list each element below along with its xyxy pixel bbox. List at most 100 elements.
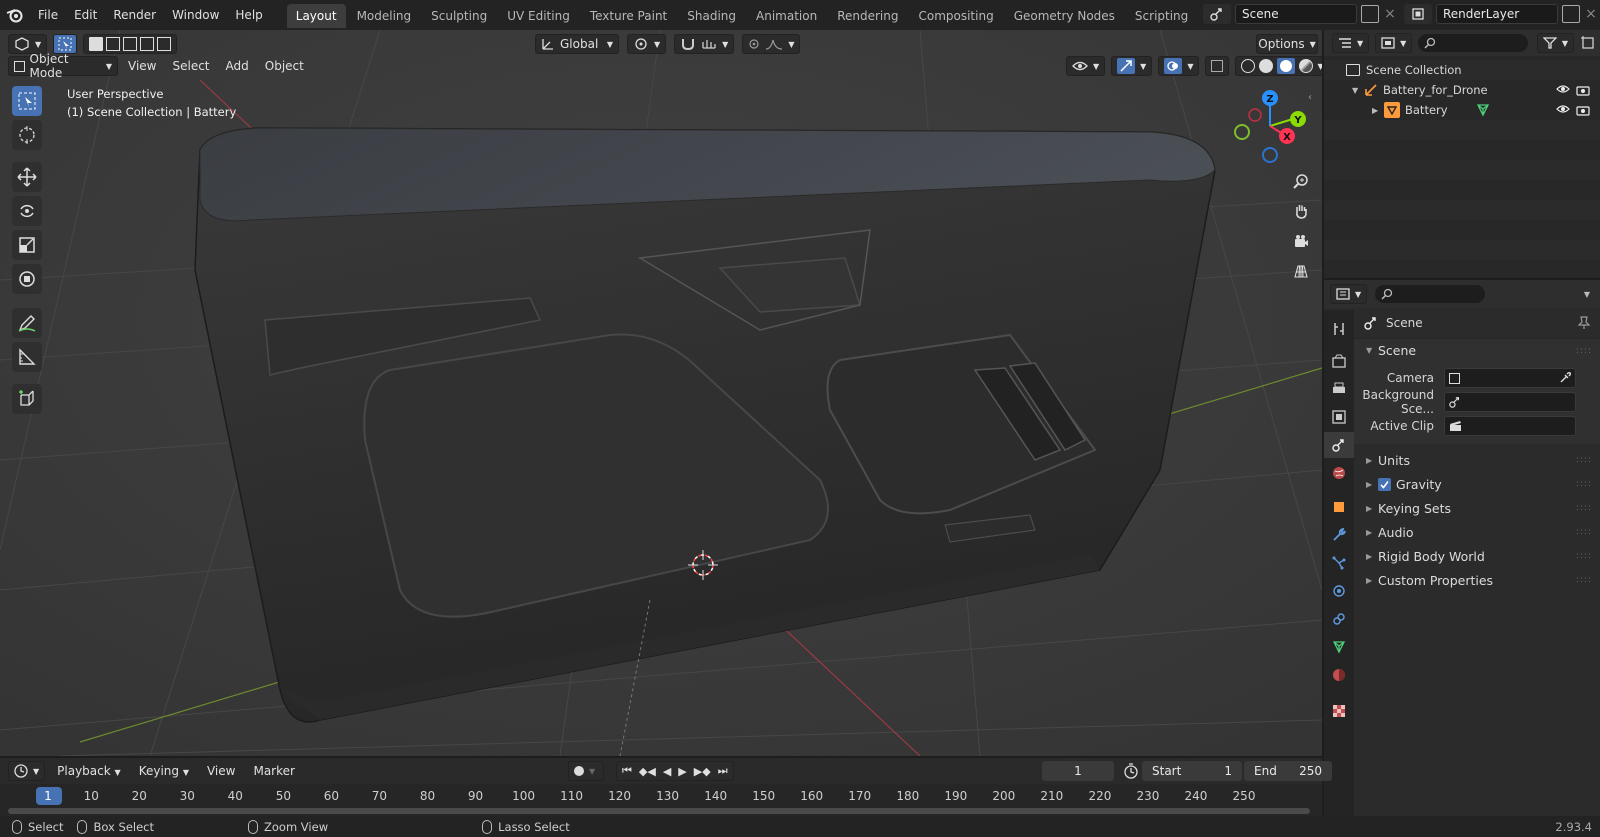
- wireframe-shading-icon[interactable]: [1241, 59, 1256, 73]
- jump-end-icon[interactable]: ⏭: [718, 764, 728, 778]
- tab-geometry-nodes[interactable]: Geometry Nodes: [1005, 4, 1124, 28]
- scene-icon[interactable]: [1203, 4, 1231, 24]
- outliner-row-battery-for-drone[interactable]: ▼ Battery_for_Drone: [1324, 80, 1600, 100]
- ortho-grid-icon[interactable]: [1288, 258, 1314, 284]
- tab-rendering[interactable]: Rendering: [828, 4, 907, 28]
- mode-selector-dropdown[interactable]: Object Mode ▼: [8, 52, 118, 80]
- drag-handle-icon[interactable]: ::::: [1576, 575, 1592, 585]
- menu-marker[interactable]: Marker: [247, 761, 300, 781]
- new-collection-icon[interactable]: [1578, 33, 1596, 51]
- tab-particles[interactable]: [1324, 550, 1354, 576]
- tab-uv-editing[interactable]: UV Editing: [498, 4, 579, 28]
- tab-material[interactable]: [1324, 662, 1354, 688]
- neg-y-axis-icon[interactable]: [1234, 124, 1250, 140]
- timeline-editor-type[interactable]: ▼: [8, 761, 46, 781]
- eyedropper-icon[interactable]: [1559, 372, 1571, 384]
- duplicate-view-layer-icon[interactable]: [1562, 5, 1580, 23]
- visibility-eye-icon[interactable]: [1556, 84, 1570, 94]
- tab-data[interactable]: [1324, 634, 1354, 660]
- menu-help[interactable]: Help: [227, 0, 270, 30]
- play-reverse-icon[interactable]: ◀: [663, 765, 671, 778]
- jump-keyframe-back-icon[interactable]: ◆◀: [639, 765, 656, 778]
- tab-tool[interactable]: [1324, 316, 1354, 342]
- gizmo-toggle[interactable]: ▼: [1111, 56, 1153, 76]
- solid-shading-icon[interactable]: [1259, 59, 1274, 73]
- menu-object[interactable]: Object: [259, 56, 310, 76]
- drag-handle-icon[interactable]: ::::: [1576, 455, 1592, 465]
- tab-output[interactable]: [1324, 376, 1354, 402]
- menu-file[interactable]: File: [30, 0, 66, 30]
- visibility-dropdown[interactable]: ▼: [1066, 56, 1106, 76]
- close-view-layer-icon[interactable]: ×: [1584, 6, 1598, 22]
- outliner-row-battery[interactable]: ▶ Battery: [1324, 100, 1600, 120]
- timeline-scrollbar[interactable]: [8, 808, 1310, 814]
- menu-select[interactable]: Select: [166, 56, 215, 76]
- selection-mode-buttons[interactable]: [83, 34, 178, 54]
- current-frame-field[interactable]: 1: [1042, 761, 1114, 781]
- properties-search-input[interactable]: [1375, 285, 1486, 303]
- panel-rigid-body-world[interactable]: ▶ Rigid Body World ::::: [1354, 544, 1600, 568]
- background-scene-field[interactable]: [1444, 392, 1576, 412]
- panel-custom-properties[interactable]: ▶ Custom Properties ::::: [1354, 568, 1600, 592]
- timeline-ruler[interactable]: 1 10 20 30 40 50 60 70 80 90 100 110 120 130 140 150 160…: [0, 784, 1322, 816]
- zoom-icon[interactable]: [1288, 168, 1314, 194]
- overlays-toggle[interactable]: ▼: [1158, 56, 1200, 76]
- tab-scripting[interactable]: Scripting: [1126, 4, 1197, 28]
- select-box-tool[interactable]: [12, 86, 42, 116]
- end-frame-field[interactable]: End 250: [1244, 761, 1332, 781]
- select-tool-button[interactable]: [53, 34, 78, 54]
- tab-layout[interactable]: Layout: [286, 4, 346, 28]
- rotate-tool[interactable]: [12, 196, 42, 226]
- menu-timeline-view[interactable]: View: [201, 761, 241, 781]
- tab-modifiers[interactable]: [1324, 522, 1354, 548]
- drag-handle-icon[interactable]: ::::: [1576, 551, 1592, 561]
- panel-units[interactable]: ▶ Units ::::: [1354, 448, 1600, 472]
- neg-x-axis-icon[interactable]: [1248, 108, 1262, 122]
- tab-constraints[interactable]: [1324, 606, 1354, 632]
- transform-orientation-dropdown[interactable]: Global ▼: [535, 34, 619, 54]
- tab-object[interactable]: [1324, 494, 1354, 520]
- options-dropdown[interactable]: Options ▼: [1256, 34, 1318, 54]
- drag-handle-icon[interactable]: ::::: [1576, 503, 1592, 513]
- auto-keying-toggle[interactable]: ▼: [568, 761, 604, 781]
- drag-handle-icon[interactable]: ::::: [1576, 527, 1592, 537]
- pin-icon[interactable]: [1578, 316, 1590, 330]
- duplicate-scene-icon[interactable]: [1361, 5, 1379, 23]
- jump-start-icon[interactable]: ⏮: [622, 764, 632, 778]
- menu-render[interactable]: Render: [105, 0, 164, 30]
- render-camera-icon[interactable]: [1576, 84, 1590, 96]
- panel-keying-sets[interactable]: ▶ Keying Sets ::::: [1354, 496, 1600, 520]
- editor-type-selector[interactable]: ▼: [8, 34, 48, 54]
- camera-view-icon[interactable]: [1288, 228, 1314, 254]
- tab-texture-paint[interactable]: Texture Paint: [581, 4, 676, 28]
- close-scene-icon[interactable]: ×: [1383, 6, 1397, 22]
- scale-tool[interactable]: [12, 230, 42, 260]
- material-shading-icon[interactable]: [1277, 58, 1296, 74]
- outliner-editor-type[interactable]: ▼: [1332, 33, 1370, 53]
- scene-name-field[interactable]: Scene: [1235, 4, 1357, 24]
- tab-modeling[interactable]: Modeling: [348, 4, 421, 28]
- invert-selection-icon[interactable]: [140, 37, 155, 51]
- annotate-tool[interactable]: [12, 308, 42, 338]
- neg-z-axis-icon[interactable]: [1262, 147, 1278, 163]
- subtract-selection-icon[interactable]: [123, 37, 138, 51]
- mesh-data-icon[interactable]: [1476, 103, 1490, 117]
- expand-triangle-icon[interactable]: ▶: [1372, 106, 1384, 115]
- tab-sculpting[interactable]: Sculpting: [422, 4, 496, 28]
- outliner-row-scene-collection[interactable]: Scene Collection: [1324, 60, 1600, 80]
- tab-render[interactable]: [1324, 348, 1354, 374]
- active-clip-field[interactable]: [1444, 416, 1576, 436]
- xray-toggle[interactable]: [1205, 56, 1230, 76]
- properties-editor-type[interactable]: ▼: [1330, 284, 1368, 304]
- tab-view-layer[interactable]: [1324, 404, 1354, 430]
- measure-tool[interactable]: [12, 342, 42, 372]
- tab-physics[interactable]: [1324, 578, 1354, 604]
- blender-logo-icon[interactable]: [0, 0, 30, 30]
- visibility-eye-icon[interactable]: [1556, 104, 1570, 114]
- panel-audio[interactable]: ▶ Audio ::::: [1354, 520, 1600, 544]
- panel-gravity[interactable]: ▶ Gravity ::::: [1354, 472, 1600, 496]
- menu-edit[interactable]: Edit: [66, 0, 105, 30]
- menu-keying[interactable]: Keying ▼: [133, 761, 195, 781]
- display-mode-dropdown[interactable]: ▼: [1375, 33, 1413, 53]
- drag-handle-icon[interactable]: ::::: [1576, 479, 1592, 489]
